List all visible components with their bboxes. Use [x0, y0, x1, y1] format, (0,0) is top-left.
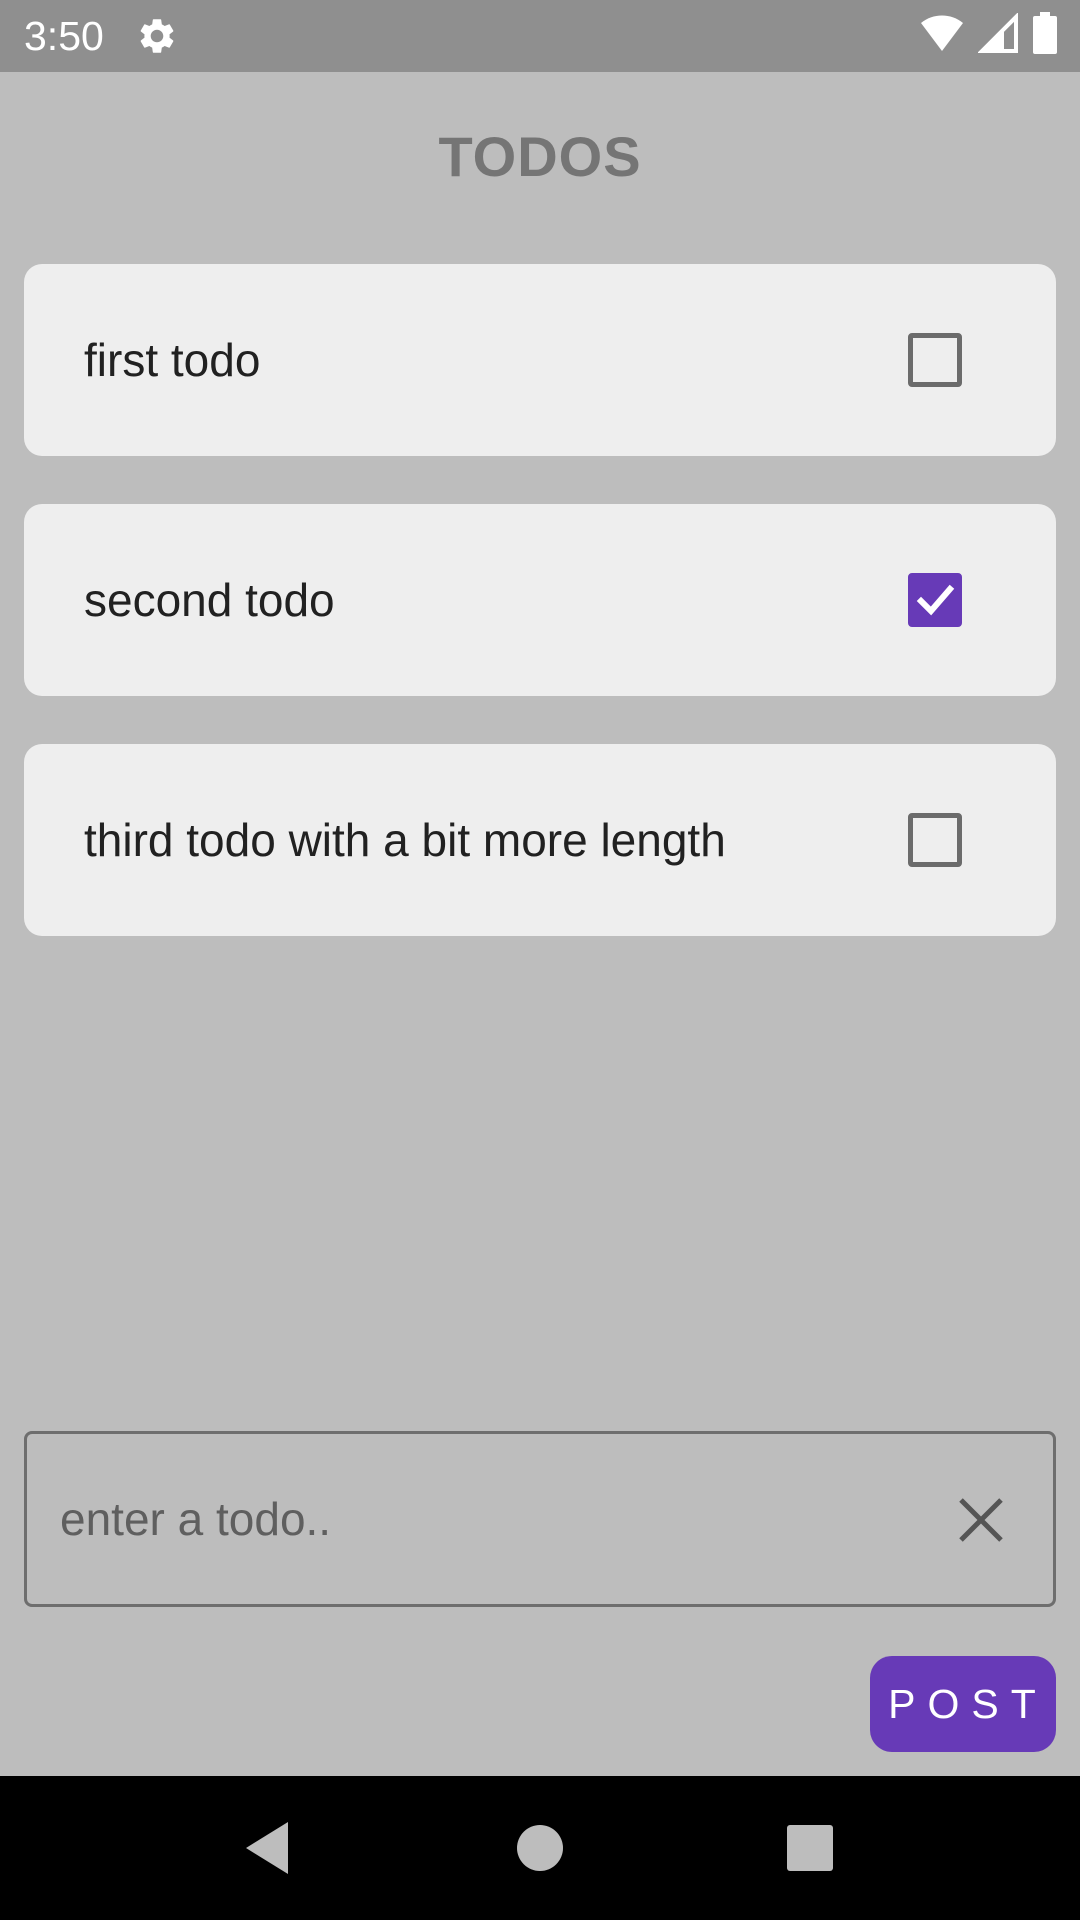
signal-icon [977, 11, 1018, 58]
todo-item[interactable]: second todo [24, 504, 1056, 696]
todo-text: third todo with a bit more length [84, 814, 726, 866]
todo-item[interactable]: first todo [24, 264, 1056, 456]
todo-input-container [24, 1431, 1056, 1607]
todo-checkbox[interactable] [908, 333, 962, 387]
gear-icon [136, 15, 178, 57]
back-icon[interactable] [208, 1776, 328, 1920]
screen: 3:50 TODOS first todo second todo third … [0, 0, 1080, 1920]
todo-text: first todo [84, 334, 261, 386]
battery-icon [1032, 11, 1058, 59]
status-icons [920, 11, 1058, 59]
wifi-icon [920, 13, 964, 58]
todo-checkbox[interactable] [908, 813, 962, 867]
todo-text: second todo [84, 574, 335, 626]
status-time: 3:50 [24, 13, 104, 59]
close-icon[interactable] [949, 1488, 1013, 1552]
todo-list: first todo second todo third todo with a… [24, 264, 1056, 984]
todo-input[interactable] [60, 1474, 910, 1564]
home-icon[interactable] [480, 1776, 600, 1920]
recents-icon[interactable] [750, 1776, 870, 1920]
status-bar: 3:50 [0, 0, 1080, 72]
todo-checkbox[interactable] [908, 573, 962, 627]
post-button[interactable]: POST [870, 1656, 1056, 1752]
todo-item[interactable]: third todo with a bit more length [24, 744, 1056, 936]
check-icon [916, 584, 955, 616]
nav-bar [0, 1776, 1080, 1920]
page-title: TODOS [438, 125, 642, 188]
